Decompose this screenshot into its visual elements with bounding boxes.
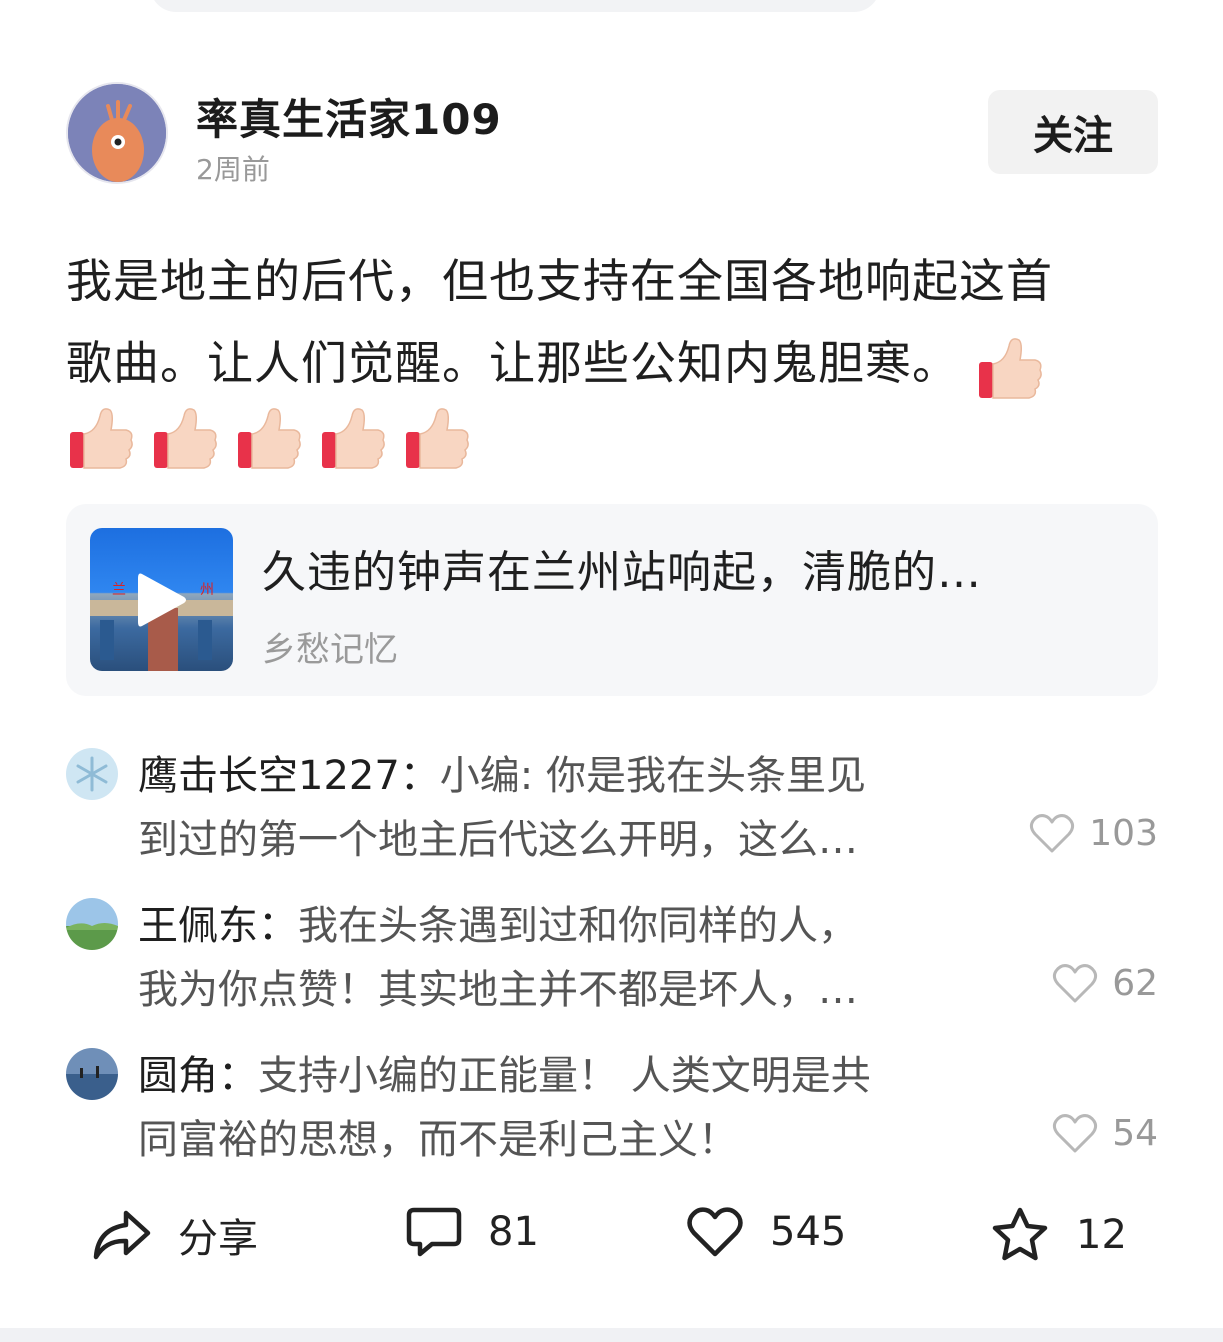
like-count: 545 [770, 1209, 847, 1255]
comment-like-button[interactable]: 54 [1052, 1112, 1158, 1154]
share-button[interactable]: 分享 [92, 1206, 258, 1264]
star-icon [992, 1207, 1048, 1261]
heart-icon [1053, 964, 1098, 1003]
favorite-button[interactable]: 12 [990, 1206, 1127, 1264]
post-time: 2周前 [196, 153, 270, 186]
like-button[interactable]: 545 [686, 1206, 846, 1258]
comment-icon [406, 1207, 462, 1257]
comment-like-count: 54 [1112, 1112, 1158, 1154]
comment-item[interactable]: 王佩东：我在头条遇到过和你同样的人， 我为你点赞！其实地主并不都是坏人，… 62 [66, 898, 1158, 1028]
commenter-name[interactable]: 王佩东 [138, 903, 258, 949]
comment-button[interactable]: 81 [406, 1206, 539, 1258]
bottom-divider [0, 1328, 1223, 1342]
comment-like-count: 62 [1112, 962, 1158, 1004]
commenter-avatar[interactable] [66, 898, 118, 950]
thumb-sign-right: 州 [200, 582, 214, 598]
post-text-line-1: 我是地主的后代，但也支持在全国各地响起这首 [66, 254, 1053, 308]
shrimp-avatar-icon [68, 84, 166, 182]
comment-line-1: 我在头条遇到过和你同样的人， [298, 903, 858, 949]
comment-line-2: 同富裕的思想，而不是利己主义！ [138, 1117, 738, 1163]
heart-icon [1030, 814, 1075, 853]
comment-like-count: 103 [1089, 812, 1158, 854]
action-bar: 分享 81 545 12 [0, 1206, 1223, 1286]
video-source: 乡愁记忆 [262, 630, 398, 670]
author-avatar[interactable] [66, 82, 168, 184]
snowflake-avatar-icon [66, 748, 118, 800]
comment-like-button[interactable]: 62 [1052, 962, 1158, 1004]
heart-icon [687, 1207, 743, 1257]
thumb-sign-left: 兰 [112, 582, 126, 598]
seaside-avatar-icon [66, 1048, 118, 1100]
thumbs-up-icon [70, 408, 133, 469]
name-separator: ： [258, 903, 298, 949]
post-text-line-2-text: 歌曲。让人们觉醒。让那些公知内鬼胆寒。 [66, 336, 959, 390]
commenter-name[interactable]: 鹰击长空1227 [138, 753, 400, 799]
comment-like-button[interactable]: 103 [1029, 812, 1158, 854]
comment-text: 圆角：支持小编的正能量！ 人类文明是共 同富裕的思想，而不是利己主义！ [138, 1044, 988, 1172]
heart-icon [1053, 1114, 1098, 1153]
thumbs-up-icon [406, 408, 469, 469]
share-icon [93, 1210, 151, 1260]
name-separator: ： [399, 753, 440, 799]
commenter-avatar[interactable] [66, 1048, 118, 1100]
follow-button[interactable]: 关注 [988, 90, 1158, 174]
linked-video-card[interactable]: 兰 州 久违的钟声在兰州站响起，清脆的… 乡愁记忆 [66, 504, 1158, 696]
post-body: 我是地主的后代，但也支持在全国各地响起这首 歌曲。让人们觉醒。让那些公知内鬼胆寒… [66, 240, 1166, 404]
comment-text: 鹰击长空1227：小编: 你是我在头条里见 到过的第一个地主后代这么开明，这么… [138, 744, 988, 872]
play-icon[interactable] [136, 570, 188, 630]
share-label: 分享 [178, 1216, 258, 1262]
video-title[interactable]: 久违的钟声在兰州站响起，清脆的… [262, 536, 982, 600]
comment-line-2: 我为你点赞！其实地主并不都是坏人，… [138, 967, 858, 1013]
thumbs-up-icon [154, 408, 217, 469]
comment-count: 81 [488, 1209, 539, 1255]
comment-line-1: 支持小编的正能量！ 人类文明是共 [258, 1053, 871, 1099]
top-search-bar[interactable] [150, 0, 880, 12]
thumbs-up-icon [322, 408, 385, 469]
landscape-avatar-icon [66, 898, 118, 950]
thumbs-up-icon [238, 408, 301, 469]
video-thumbnail[interactable]: 兰 州 [90, 528, 233, 671]
post-text-line-2: 歌曲。让人们觉醒。让那些公知内鬼胆寒。 [66, 322, 1166, 404]
comment-text: 王佩东：我在头条遇到过和你同样的人， 我为你点赞！其实地主并不都是坏人，… [138, 894, 988, 1022]
commenter-name[interactable]: 圆角 [138, 1053, 218, 1099]
thumbs-up-icon [978, 337, 1042, 399]
commenter-avatar[interactable] [66, 748, 118, 800]
thumbs-up-row [66, 402, 472, 472]
comment-item[interactable]: 圆角：支持小编的正能量！ 人类文明是共 同富裕的思想，而不是利己主义！ 54 [66, 1048, 1158, 1178]
comment-line-2: 到过的第一个地主后代这么开明，这么… [138, 817, 858, 863]
author-name[interactable]: 率真生活家109 [196, 86, 502, 147]
name-separator: ： [218, 1053, 258, 1099]
comment-line-1: 小编: 你是我在头条里见 [439, 753, 866, 799]
post-header: 率真生活家109 2周前 关注 [66, 82, 1158, 186]
comment-item[interactable]: 鹰击长空1227：小编: 你是我在头条里见 到过的第一个地主后代这么开明，这么…… [66, 748, 1158, 878]
favorite-count: 12 [1076, 1212, 1127, 1258]
